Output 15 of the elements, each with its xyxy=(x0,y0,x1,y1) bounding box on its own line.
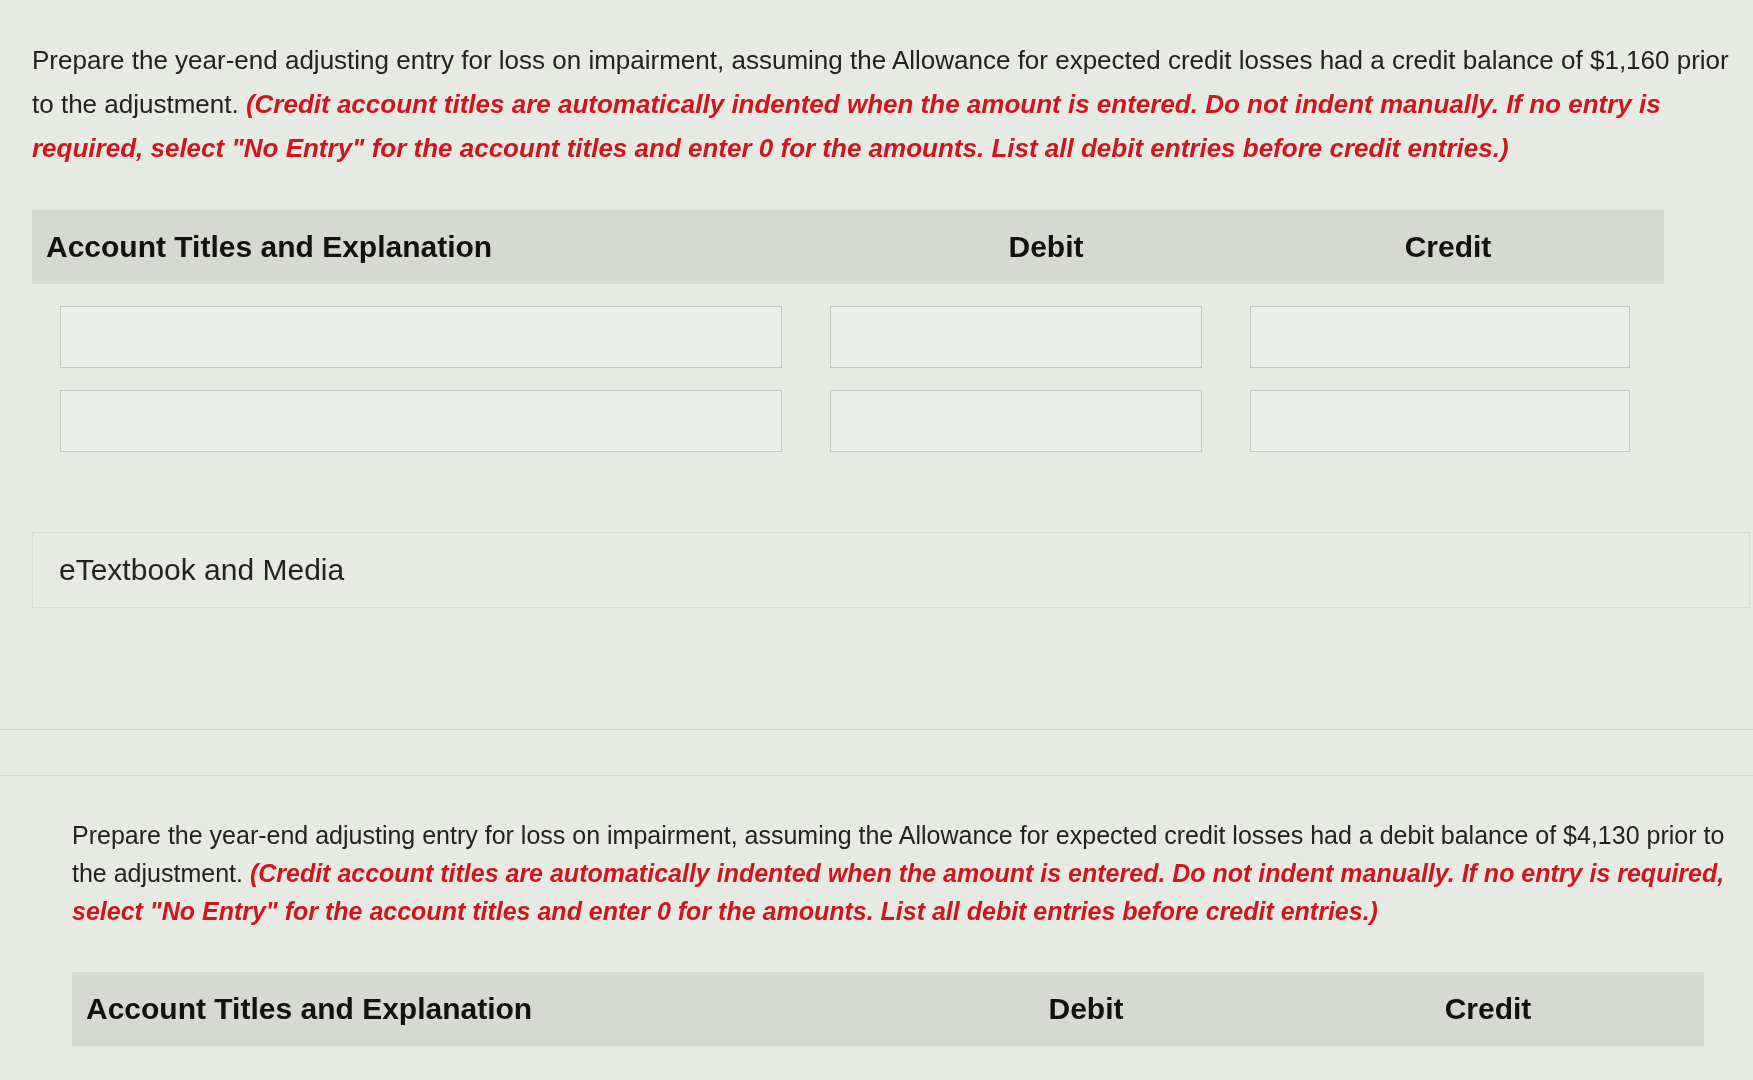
question-text: Prepare the year-end adjusting entry for loss on impairment, assuming the Allowance for expected credit losses had a credit balance of $1,160 prior to the adjustment. (Credit account titles are automatically indented when the amount is entered. Do not indent manually. If no entry is required, select "No Entry" for the account titles and enter 0 for the amounts. List all debit entries before credit entries.) xyxy=(32,44,1730,165)
question-text: Prepare the year-end adjusting entry for loss on impairment, assuming the Allowance for expected credit losses had a debit balance of $4,130 prior to the adjustment. (Credit account titles are automatically indented when the amount is entered. Do not indent manually. If no entry is required, select "No Entry" for the account titles and enter 0 for the amounts. List all debit entries before credit entries.) xyxy=(72,820,1726,927)
account-title-field[interactable] xyxy=(60,306,782,368)
column-header: Credit xyxy=(1403,230,1493,264)
credit-field[interactable] xyxy=(1250,306,1630,368)
credit-field[interactable] xyxy=(1250,390,1630,452)
column-header: Credit xyxy=(1443,992,1533,1026)
account-title-field[interactable] xyxy=(60,390,782,452)
debit-field[interactable] xyxy=(830,390,1202,452)
column-header: Debit xyxy=(1047,992,1125,1026)
debit-field[interactable] xyxy=(830,306,1202,368)
column-header: Account Titles and Explanation xyxy=(86,992,534,1026)
column-header: Account Titles and Explanation xyxy=(46,230,494,264)
etextbook-media-link[interactable]: eTextbook and Media xyxy=(59,553,345,587)
column-header: Debit xyxy=(1007,230,1085,264)
